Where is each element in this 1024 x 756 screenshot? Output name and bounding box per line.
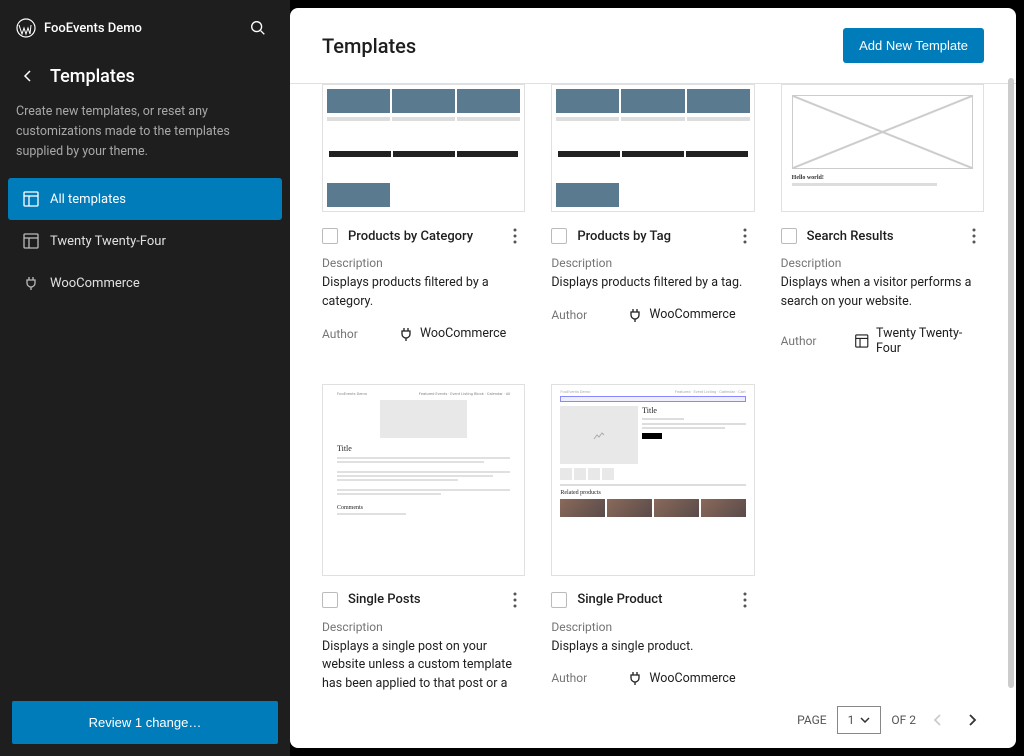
author-label: Author [551, 671, 627, 685]
pagination: PAGE 1 OF 2 [290, 692, 1016, 748]
template-thumbnail[interactable]: FooEvents DemoFeatured Events · Event Li… [322, 384, 525, 576]
sidebar-nav: All templates Twenty Twenty-Four WooComm… [0, 178, 290, 304]
brand-name: FooEvents Demo [44, 21, 142, 36]
template-author: WooCommerce [398, 326, 506, 342]
page-select[interactable]: 1 [837, 706, 882, 734]
select-checkbox[interactable] [781, 228, 797, 244]
layout-icon [854, 333, 870, 349]
plug-icon [627, 307, 643, 323]
template-card: Products by Category Description Display… [322, 84, 525, 356]
template-title: Products by Category [348, 229, 473, 244]
select-checkbox[interactable] [322, 228, 338, 244]
template-author: WooCommerce [627, 670, 735, 686]
select-checkbox[interactable] [322, 592, 338, 608]
nav-all-templates[interactable]: All templates [8, 178, 282, 220]
more-actions-button[interactable] [735, 590, 755, 610]
template-description: Displays a single post on your website u… [322, 638, 525, 693]
sidebar-description: Create new templates, or reset any custo… [16, 102, 274, 162]
main-panel: Templates Add New Template [290, 8, 1016, 748]
description-label: Description [781, 256, 984, 270]
chevron-left-icon [20, 68, 36, 84]
more-vertical-icon [972, 228, 976, 244]
wordpress-logo-icon [16, 18, 36, 38]
layout-icon [22, 190, 40, 208]
more-actions-button[interactable] [964, 226, 984, 246]
sidebar: FooEvents Demo Templates Create new temp… [0, 0, 290, 756]
prev-page-button[interactable] [926, 708, 950, 732]
chevron-right-icon [967, 713, 977, 727]
nav-woocommerce[interactable]: WooCommerce [8, 262, 282, 304]
select-checkbox[interactable] [551, 228, 567, 244]
back-button[interactable] [16, 64, 40, 88]
template-card: Hello world! Search Results Description [781, 84, 984, 356]
more-vertical-icon [513, 228, 517, 244]
author-label: Author [322, 327, 398, 341]
more-actions-button[interactable] [505, 226, 525, 246]
template-title: Search Results [807, 229, 894, 244]
plug-icon [22, 274, 40, 292]
description-label: Description [322, 256, 525, 270]
template-description: Displays a single product. [551, 638, 754, 657]
nav-label: All templates [50, 192, 126, 207]
template-card: FooEvents DemoFeatured Events · Event Li… [322, 384, 525, 693]
add-new-template-button[interactable]: Add New Template [843, 28, 984, 63]
template-thumbnail[interactable]: Hello world! [781, 84, 984, 212]
template-author: Twenty Twenty-Four [854, 326, 984, 356]
plug-icon [627, 670, 643, 686]
more-vertical-icon [513, 592, 517, 608]
template-title: Single Posts [348, 592, 421, 607]
template-title: Products by Tag [577, 229, 671, 244]
template-thumbnail[interactable] [322, 84, 525, 212]
brand[interactable]: FooEvents Demo [16, 18, 142, 38]
sidebar-title: Templates [50, 66, 135, 87]
review-changes-button[interactable]: Review 1 change… [12, 701, 278, 744]
template-thumbnail[interactable] [551, 84, 754, 212]
nav-label: Twenty Twenty-Four [50, 234, 166, 249]
description-label: Description [322, 620, 525, 634]
page-label: PAGE [797, 713, 827, 727]
scrollbar[interactable] [1008, 78, 1014, 688]
template-card: Products by Tag Description Displays pro… [551, 84, 754, 356]
more-vertical-icon [743, 592, 747, 608]
author-label: Author [781, 334, 855, 348]
layout-icon [22, 232, 40, 250]
description-label: Description [551, 620, 754, 634]
chevron-left-icon [933, 713, 943, 727]
templates-grid: Products by Category Description Display… [322, 84, 984, 692]
more-vertical-icon [743, 228, 747, 244]
select-checkbox[interactable] [551, 592, 567, 608]
more-actions-button[interactable] [735, 226, 755, 246]
chevron-down-icon [860, 717, 870, 723]
author-label: Author [551, 308, 627, 322]
nav-label: WooCommerce [50, 276, 140, 291]
template-card: FooEvents DemoFeatured · Event Listing ·… [551, 384, 754, 693]
template-description: Displays products filtered by a tag. [551, 274, 754, 293]
nav-twenty-twenty-four[interactable]: Twenty Twenty-Four [8, 220, 282, 262]
template-thumbnail[interactable]: FooEvents DemoFeatured · Event Listing ·… [551, 384, 754, 576]
search-icon [249, 19, 267, 37]
template-author: WooCommerce [627, 307, 735, 323]
template-description: Displays products filtered by a category… [322, 274, 525, 312]
page-total: OF 2 [891, 713, 916, 727]
page-title: Templates [322, 34, 416, 58]
template-description: Displays when a visitor performs a searc… [781, 274, 984, 312]
search-button[interactable] [242, 12, 274, 44]
description-label: Description [551, 256, 754, 270]
main-header: Templates Add New Template [290, 8, 1016, 84]
template-title: Single Product [577, 592, 662, 607]
more-actions-button[interactable] [505, 590, 525, 610]
plug-icon [398, 326, 414, 342]
next-page-button[interactable] [960, 708, 984, 732]
